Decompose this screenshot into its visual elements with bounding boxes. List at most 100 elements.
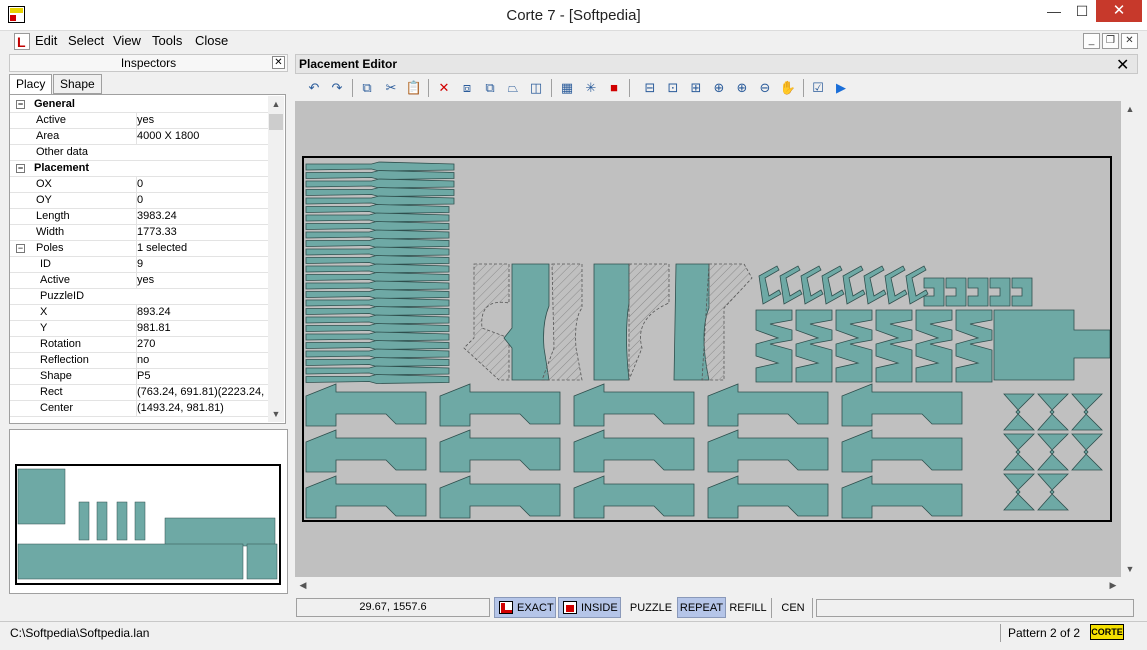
close-editor-button[interactable]: ✕ [1116, 55, 1129, 75]
check-icon[interactable]: ☑ [809, 79, 827, 97]
property-row[interactable]: Other data [10, 145, 269, 161]
undo-icon[interactable]: ↶ [305, 79, 323, 97]
zoom-plus-icon[interactable]: ⊕ [733, 79, 751, 97]
corte-icon[interactable]: ■ [605, 79, 623, 97]
property-value[interactable]: 981.81 [136, 321, 270, 336]
property-value[interactable]: 893.24 [136, 305, 270, 320]
pan-hand-icon[interactable]: ✋ [779, 79, 797, 97]
puzzle-toggle[interactable]: PUZZLE [627, 597, 675, 618]
maximize-button[interactable]: ☐ [1068, 0, 1096, 22]
property-group[interactable]: − General [10, 97, 269, 113]
property-row[interactable]: Y 981.81 [10, 321, 269, 337]
property-row[interactable]: PuzzleID [10, 289, 269, 305]
chevron-down-icon[interactable]: ▼ [268, 406, 284, 422]
property-row[interactable]: Shape P5 [10, 369, 269, 385]
center-icon[interactable]: ✳ [582, 79, 600, 97]
chevron-up-icon[interactable]: ▲ [1122, 101, 1138, 117]
property-value[interactable]: 0 [136, 193, 270, 208]
property-row[interactable]: Area 4000 X 1800 [10, 129, 269, 145]
copy-icon[interactable]: ⧉ [358, 79, 376, 97]
inside-toggle[interactable]: INSIDE [558, 597, 621, 618]
property-row[interactable]: Length 3983.24 [10, 209, 269, 225]
scroll-thumb[interactable] [269, 114, 283, 130]
close-icon[interactable]: ✕ [272, 56, 285, 69]
chevron-left-icon[interactable]: ◀ [295, 577, 311, 593]
property-scrollbar[interactable]: ▲ ▼ [268, 96, 284, 422]
property-value[interactable]: 1773.33 [136, 225, 270, 240]
property-row[interactable]: X 893.24 [10, 305, 269, 321]
mdi-close-button[interactable]: ✕ [1121, 33, 1138, 49]
property-row[interactable]: Center (1493.24, 981.81) [10, 401, 269, 417]
repeat-toggle[interactable]: REPEAT [677, 597, 726, 618]
property-row[interactable]: Width 1773.33 [10, 225, 269, 241]
mdi-restore-button[interactable]: ❐ [1102, 33, 1119, 49]
menu-view[interactable]: View [113, 33, 141, 48]
zoom-minus-icon[interactable]: ⊖ [756, 79, 774, 97]
property-row[interactable]: OX 0 [10, 177, 269, 193]
document-icon[interactable]: L [14, 33, 30, 50]
property-key: Rotation [40, 338, 81, 350]
property-row[interactable]: OY 0 [10, 193, 269, 209]
zoom-area-icon[interactable]: ⊞ [687, 79, 705, 97]
refill-toggle[interactable]: REFILL [728, 597, 768, 618]
property-row[interactable]: − Poles 1 selected [10, 241, 269, 257]
property-key: Length [36, 210, 70, 222]
property-key: General [34, 98, 75, 110]
cen-toggle[interactable]: CEN [777, 597, 809, 618]
minimize-button[interactable]: — [1040, 0, 1068, 22]
collapse-icon[interactable]: − [16, 100, 25, 109]
property-row[interactable]: Reflection no [10, 353, 269, 369]
mdi-minimize-button[interactable]: _ [1083, 33, 1100, 49]
property-value[interactable]: 0 [136, 177, 270, 192]
property-row[interactable]: Rotation 270 [10, 337, 269, 353]
flip-icon[interactable]: ⏢ [504, 79, 522, 97]
property-row[interactable]: Active yes [10, 113, 269, 129]
collapse-icon[interactable]: − [16, 244, 25, 253]
cut-icon[interactable]: ✂ [382, 79, 400, 97]
menu-select[interactable]: Select [68, 33, 104, 48]
tab-placy[interactable]: Placy [9, 74, 53, 95]
property-row[interactable]: Active yes [10, 273, 269, 289]
editor-vertical-scrollbar[interactable]: ▲ ▼ [1122, 101, 1138, 577]
property-value[interactable]: (763.24, 691.81)(2223.24, [136, 385, 270, 400]
tab-shape[interactable]: Shape [53, 74, 102, 94]
group-icon[interactable]: ⧈ [458, 79, 476, 97]
property-value[interactable]: (1493.24, 981.81) [136, 401, 270, 416]
overview-thumbnail[interactable] [15, 464, 281, 585]
delete-icon[interactable]: ✕ [435, 79, 453, 97]
property-value[interactable]: 4000 X 1800 [136, 129, 270, 144]
property-value[interactable]: yes [136, 113, 270, 128]
chevron-right-icon[interactable]: ▶ [1105, 577, 1121, 593]
grid-icon[interactable]: ▦ [558, 79, 576, 97]
property-value[interactable]: no [136, 353, 270, 368]
redo-icon[interactable]: ↷ [328, 79, 346, 97]
editor-horizontal-scrollbar[interactable]: ◀ ▶ [295, 577, 1121, 594]
zoom-fit-icon[interactable]: ⊟ [641, 79, 659, 97]
exact-label: EXACT [517, 602, 554, 614]
menu-tools[interactable]: Tools [152, 33, 182, 48]
property-value[interactable]: P5 [136, 369, 270, 384]
chevron-up-icon[interactable]: ▲ [268, 96, 284, 112]
menu-close[interactable]: Close [195, 33, 228, 48]
play-icon[interactable]: ▶ [832, 79, 850, 97]
property-row[interactable]: Rect (763.24, 691.81)(2223.24, [10, 385, 269, 401]
property-value[interactable]: 9 [136, 257, 270, 272]
ungroup-icon[interactable]: ⧉ [481, 79, 499, 97]
property-group[interactable]: − Placement [10, 161, 269, 177]
window-title: Corte 7 - [Softpedia] [506, 7, 641, 24]
property-value[interactable]: 270 [136, 337, 270, 352]
zoom-page-icon[interactable]: ⊡ [664, 79, 682, 97]
property-value[interactable]: yes [136, 273, 270, 288]
material-sheet[interactable] [302, 156, 1112, 522]
close-window-button[interactable]: ✕ [1096, 0, 1142, 22]
exact-toggle[interactable]: EXACT [494, 597, 556, 618]
mirror-icon[interactable]: ◫ [527, 79, 545, 97]
property-value[interactable]: 1 selected [136, 241, 270, 256]
menu-edit[interactable]: Edit [35, 33, 57, 48]
chevron-down-icon[interactable]: ▼ [1122, 561, 1138, 577]
zoom-in-icon[interactable]: ⊕ [710, 79, 728, 97]
property-row[interactable]: ID 9 [10, 257, 269, 273]
collapse-icon[interactable]: − [16, 164, 25, 173]
property-value[interactable]: 3983.24 [136, 209, 270, 224]
paste-icon[interactable]: 📋 [405, 79, 423, 97]
